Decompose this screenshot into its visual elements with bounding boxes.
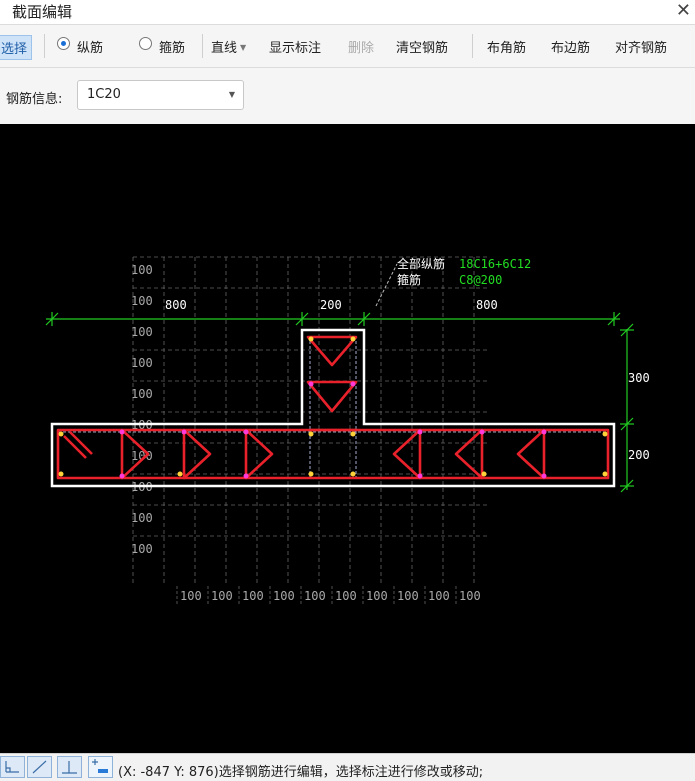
grid-label: 100 [459, 589, 481, 603]
grid-label: 100 [242, 589, 264, 603]
chevron-down-icon: ▼ [228, 90, 235, 99]
status-text: (X: -847 Y: 876)选择钢筋进行编辑，选择标注进行修改或移动; [118, 761, 483, 780]
grid-label: 100 [335, 589, 357, 603]
longitudinal-radio-icon[interactable] [57, 37, 70, 50]
align-rebar-button[interactable]: 对齐钢筋 [615, 37, 667, 56]
edge-rebar-button[interactable]: 布边筋 [551, 37, 590, 56]
leader-line [375, 263, 398, 307]
rebar-info-label: 钢筋信息: [6, 92, 63, 107]
toolbar: 选择 纵筋 箍筋 直线 ▼ 显示标注 删除 清空钢筋 布角筋 布边筋 对齐钢筋 [0, 25, 695, 68]
grid-label: 100 [131, 511, 153, 525]
dim-right-upper: 300 [628, 371, 650, 385]
dim-top-middle: 200 [320, 298, 342, 312]
grid-label: 100 [131, 356, 153, 370]
label-all-longitudinal: 全部纵筋 [397, 256, 445, 271]
grid-label: 100 [397, 589, 419, 603]
grid-label: 100 [131, 294, 153, 308]
section-drawing[interactable]: 100 100 100 100 100 100 100 100 100 100 100 100 100 1… [0, 124, 695, 753]
toolbar-separator [202, 34, 203, 58]
grid-label: 100 [131, 263, 153, 277]
grid-label: 100 [211, 589, 233, 603]
snap-perpendicular-icon[interactable] [0, 756, 25, 778]
grid-label: 100 [366, 589, 388, 603]
cursor-coordinates: (X: -847 Y: 876) [118, 765, 219, 780]
chevron-down-icon: ▼ [240, 43, 247, 52]
rebar-info-bar: 钢筋信息: 1C20 ▼ [0, 68, 695, 124]
toolbar-separator [44, 34, 45, 58]
grid-label: 100 [131, 325, 153, 339]
stirrup-radio-label[interactable]: 箍筋 [159, 37, 185, 56]
rebar-info-select[interactable]: 1C20 ▼ [77, 80, 244, 110]
snap-orthogonal-icon[interactable] [57, 756, 82, 778]
clear-rebar-button[interactable]: 清空钢筋 [396, 37, 448, 56]
grid-label: 100 [304, 589, 326, 603]
line-mode-dropdown[interactable]: 直线 ▼ [211, 37, 246, 56]
snap-angle-icon[interactable] [27, 756, 52, 778]
label-stirrup: 箍筋 [397, 272, 421, 287]
line-mode-label: 直线 [211, 41, 238, 56]
longitudinal-radio-label[interactable]: 纵筋 [77, 37, 103, 56]
grid-label: 100 [273, 589, 295, 603]
status-hint: 选择钢筋进行编辑，选择标注进行修改或移动; [218, 765, 484, 780]
grid-label: 100 [131, 542, 153, 556]
dim-top-right: 800 [476, 298, 498, 312]
status-bar: (X: -847 Y: 876)选择钢筋进行编辑，选择标注进行修改或移动; [0, 753, 695, 781]
grid-label: 100 [131, 387, 153, 401]
section-canvas[interactable]: 100 100 100 100 100 100 100 100 100 100 100 100 100 1… [0, 124, 695, 753]
delete-button[interactable]: 删除 [348, 37, 374, 56]
stirrup-spec: C8@200 [459, 273, 502, 287]
longitudinal-spec: 18C16+6C12 [459, 257, 531, 271]
window-title: 截面编辑 [12, 3, 73, 21]
close-icon[interactable]: ✕ [676, 0, 691, 21]
corner-rebar-button[interactable]: 布角筋 [487, 37, 526, 56]
dim-right-lower: 200 [628, 448, 650, 462]
grid-label: 100 [180, 589, 202, 603]
toolbar-separator [472, 34, 473, 58]
grid-label: 100 [428, 589, 450, 603]
add-point-icon[interactable] [88, 756, 113, 778]
stirrup-radio-icon[interactable] [139, 37, 152, 50]
show-annotation-button[interactable]: 显示标注 [269, 37, 321, 56]
title-bar: 截面编辑 ✕ [0, 0, 695, 25]
rebar-info-value: 1C20 [87, 87, 121, 102]
dim-top-left: 800 [165, 298, 187, 312]
select-button[interactable]: 选择 [0, 35, 33, 60]
